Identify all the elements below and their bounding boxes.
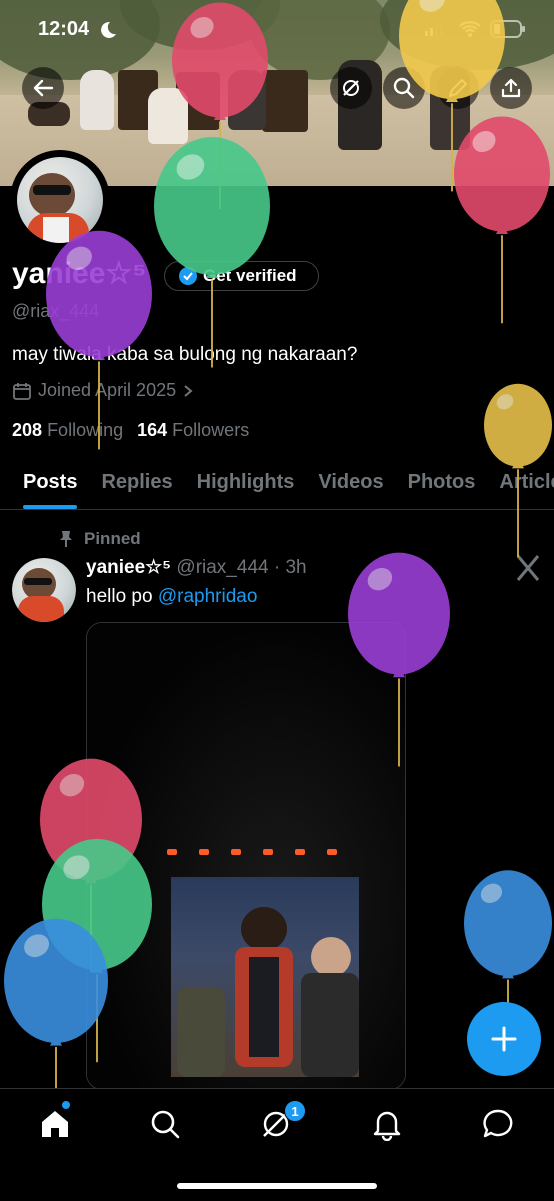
home-unread-dot <box>62 1101 70 1109</box>
chevron-right-icon <box>184 384 193 397</box>
post-avatar[interactable] <box>12 558 76 622</box>
moon-icon <box>101 21 116 38</box>
balloon-decoration <box>348 552 450 767</box>
status-time: 12:04 <box>38 18 90 40</box>
grok-button[interactable] <box>330 67 372 109</box>
chat-icon[interactable] <box>481 1107 515 1141</box>
following-count: 208 <box>12 420 43 440</box>
balloon-decoration <box>46 230 152 450</box>
tab-highlights[interactable]: Highlights <box>197 456 295 509</box>
post-text: hello po @raphridao <box>86 586 257 608</box>
plus-icon <box>491 1026 517 1052</box>
back-button[interactable] <box>22 67 64 109</box>
balloon-decoration <box>454 116 550 324</box>
home-icon[interactable] <box>38 1107 72 1141</box>
profile-tabs: Posts Replies Highlights Videos Photos A… <box>0 456 554 510</box>
post-mention-link[interactable]: @raphridao <box>158 586 258 607</box>
back-arrow-icon <box>33 79 54 97</box>
tab-posts[interactable]: Posts <box>23 456 78 509</box>
pinned-label: Pinned <box>84 529 141 548</box>
post-author-name[interactable]: yaniee☆⁵ <box>86 557 171 578</box>
pinned-indicator: Pinned <box>58 529 141 549</box>
home-indicator <box>177 1183 377 1189</box>
post-text-body: hello po <box>86 586 158 607</box>
pin-icon <box>60 531 72 547</box>
grok-icon <box>343 80 359 96</box>
post-header: yaniee☆⁵ @riax_444 · 3h <box>86 557 307 578</box>
search-icon[interactable] <box>148 1107 182 1141</box>
calendar-icon <box>13 382 31 400</box>
balloon-decoration <box>484 383 552 558</box>
tab-videos[interactable]: Videos <box>318 456 383 509</box>
compose-post-button[interactable] <box>467 1002 541 1076</box>
tab-photos[interactable]: Photos <box>408 456 476 509</box>
tab-replies[interactable]: Replies <box>101 456 172 509</box>
followers-label: Followers <box>172 420 250 440</box>
post-time: 3h <box>285 557 307 578</box>
bell-icon[interactable] <box>370 1107 404 1141</box>
notification-badge: 1 <box>284 1100 306 1122</box>
balloon-decoration <box>154 137 270 368</box>
post-author-handle[interactable]: @riax_444 <box>176 557 268 578</box>
